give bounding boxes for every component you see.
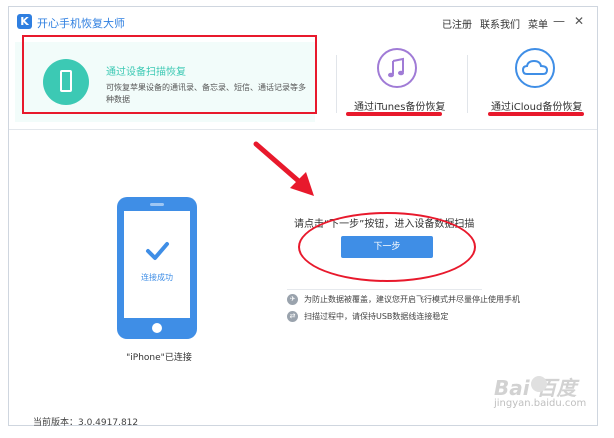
contact-us-link[interactable]: 联系我们 — [480, 16, 520, 31]
tip-airplane-text: 为防止数据被覆盖，建议您开启飞行模式并尽量停止使用手机 — [304, 295, 520, 304]
tab-divider — [467, 55, 468, 113]
paw-icon — [531, 376, 547, 392]
phone-screen: 连接成功 — [124, 211, 190, 318]
menu-link[interactable]: 菜单 — [528, 16, 548, 31]
baidu-watermark: Bai 百度 jingyan.baidu.com — [494, 372, 594, 422]
tab-device-scan-description: 可恢复苹果设备的通讯录、备忘录、短信、通话记录等多种数据 — [106, 83, 306, 104]
tab-icloud-label: 通过iCloud备份恢复 — [491, 102, 583, 113]
cloud-icon — [515, 48, 555, 88]
connection-status-text: 连接成功 — [141, 273, 173, 282]
next-step-button[interactable]: 下一步 — [341, 236, 433, 258]
phone-speaker — [150, 203, 164, 206]
annotation-arrow-icon — [253, 141, 314, 196]
watermark-url: jingyan.baidu.com — [494, 398, 587, 409]
tab-itunes-label: 通过iTunes备份恢复 — [354, 102, 446, 113]
title-bar: K 开心手机恢复大师 已注册 联系我们 菜单 — ✕ — [9, 7, 597, 37]
tip-usb-text: 扫描过程中，请保持USB数据线连接稳定 — [304, 312, 449, 321]
phone-home-button — [152, 323, 162, 333]
registered-link[interactable]: 已注册 — [442, 16, 472, 31]
usb-icon: ⇄ — [287, 311, 298, 322]
minimize-icon[interactable]: — — [552, 13, 566, 29]
annotation-underline-itunes — [346, 112, 442, 116]
music-note-icon — [377, 48, 417, 88]
tip-airplane-mode: ✈ 为防止数据被覆盖，建议您开启飞行模式并尽量停止使用手机 — [287, 294, 520, 305]
annotation-underline-icloud — [488, 112, 584, 116]
app-logo-icon: K — [17, 14, 32, 29]
tab-device-scan[interactable]: 通过设备扫描恢复 可恢复苹果设备的通讯录、备忘录、短信、通话记录等多种数据 — [15, 42, 315, 122]
airplane-icon: ✈ — [287, 294, 298, 305]
app-window: K 开心手机恢复大师 已注册 联系我们 菜单 — ✕ 通过设备扫描恢复 可恢复苹… — [8, 6, 598, 428]
tips-divider — [287, 289, 482, 290]
phone-icon — [43, 59, 89, 105]
close-icon[interactable]: ✕ — [572, 13, 586, 29]
checkmark-icon — [146, 242, 169, 260]
recovery-mode-tabs: 通过设备扫描恢复 可恢复苹果设备的通讯录、备忘录、短信、通话记录等多种数据 通过… — [9, 37, 597, 130]
scan-prompt: 请点击“下一步”按钮，进入设备数据扫描 — [294, 219, 475, 230]
app-title: 开心手机恢复大师 — [37, 17, 125, 30]
tab-divider — [336, 55, 337, 113]
phone-illustration: 连接成功 — [117, 197, 197, 339]
version-label: 当前版本：3.0.4917.812 — [33, 418, 139, 428]
tip-usb-connection: ⇄ 扫描过程中，请保持USB数据线连接稳定 — [287, 311, 448, 322]
tab-device-scan-title: 通过设备扫描恢复 — [106, 67, 186, 78]
device-connected-label: "iPhone"已连接 — [126, 353, 192, 363]
